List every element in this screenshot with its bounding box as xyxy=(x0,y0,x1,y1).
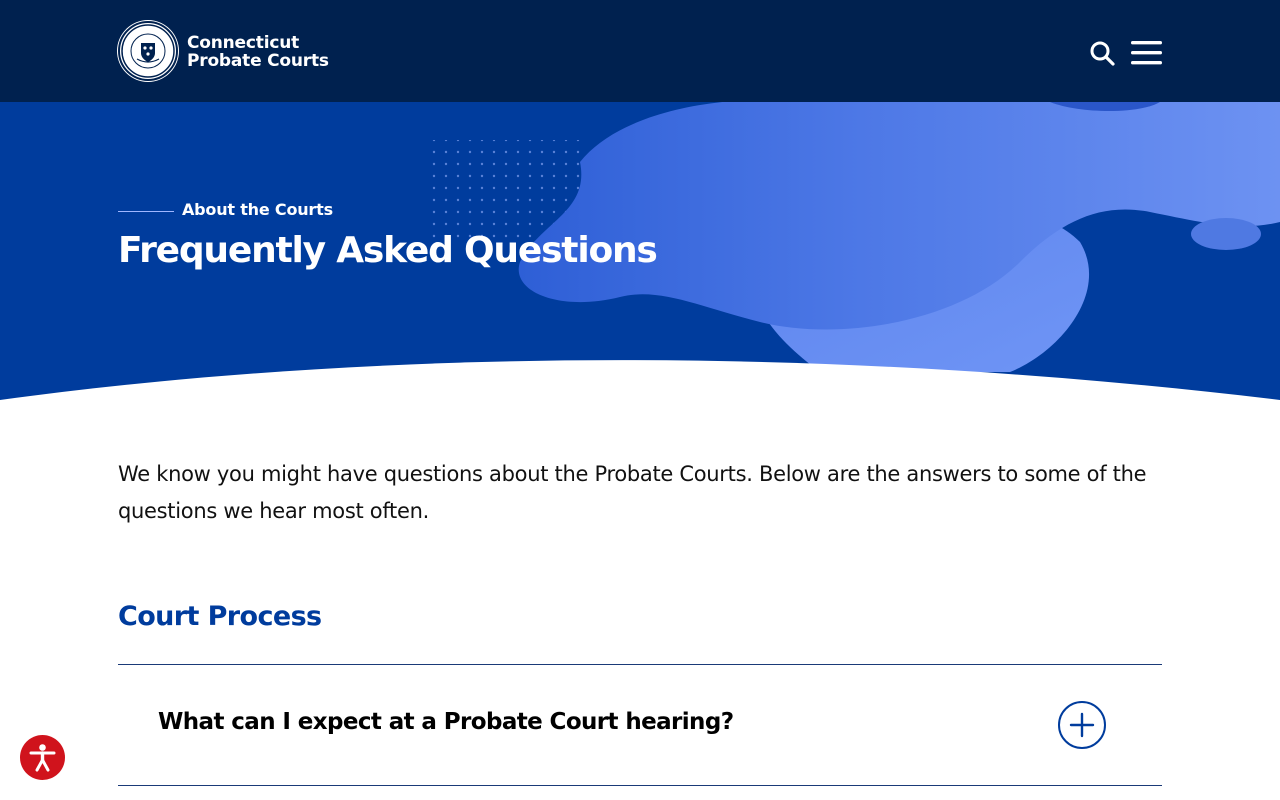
court-seal-logo[interactable] xyxy=(118,21,178,81)
search-button[interactable] xyxy=(1088,39,1116,67)
faq-item[interactable]: What can I expect at a Probate Court hea… xyxy=(118,665,1162,785)
search-icon xyxy=(1090,41,1115,66)
intro-paragraph: We know you might have questions about t… xyxy=(118,462,1147,523)
faq-expand-button[interactable] xyxy=(1058,701,1106,749)
site-name-line-2: Probate Courts xyxy=(187,51,329,71)
hamburger-menu-icon xyxy=(1131,41,1162,65)
site-name-line-1: Connecticut xyxy=(187,33,300,53)
plus-circle-icon xyxy=(1069,712,1095,738)
faq-divider-bottom xyxy=(118,785,1162,786)
hero-banner: About the Courts Frequently Asked Questi… xyxy=(0,102,1280,402)
eyebrow-divider xyxy=(118,211,174,212)
seal-emblem-icon xyxy=(121,24,175,78)
site-header: Connecticut Probate Courts xyxy=(0,0,1280,102)
faq-question[interactable]: What can I expect at a Probate Court hea… xyxy=(158,709,734,735)
accessibility-button[interactable] xyxy=(20,735,65,780)
site-name[interactable]: Connecticut Probate Courts xyxy=(187,34,329,70)
accessibility-person-icon xyxy=(29,744,56,772)
section-heading-court-process: Court Process xyxy=(118,601,322,632)
menu-button[interactable] xyxy=(1128,39,1164,67)
breadcrumb-eyebrow[interactable]: About the Courts xyxy=(182,200,333,219)
page-title: Frequently Asked Questions xyxy=(118,230,658,271)
